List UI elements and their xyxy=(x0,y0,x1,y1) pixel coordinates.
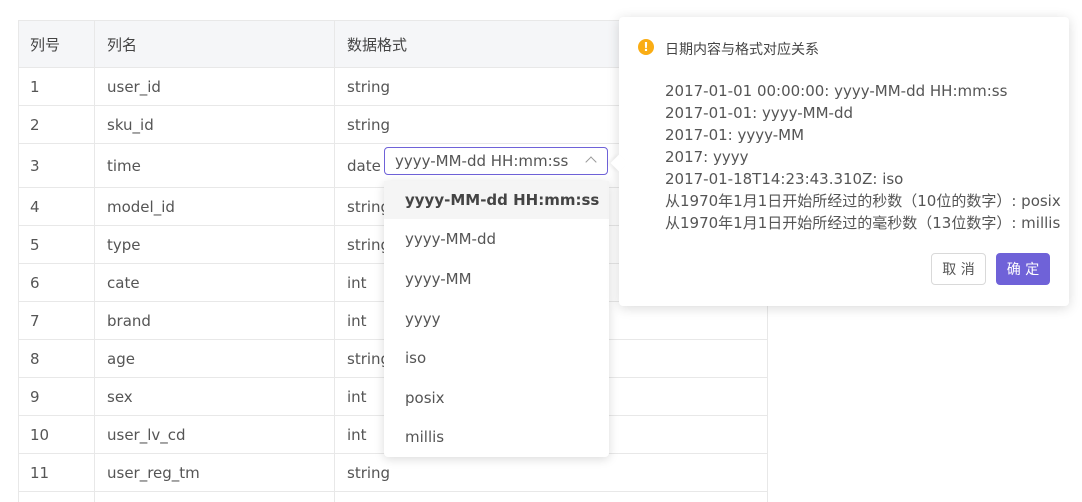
row-name: cate xyxy=(96,264,335,301)
row-name: type xyxy=(96,226,335,263)
row-name: sku_id xyxy=(96,106,335,143)
date-format-option[interactable]: yyyy-MM xyxy=(384,260,609,298)
row-no xyxy=(19,492,95,502)
row-no: 1 xyxy=(19,68,95,105)
row-name: model_id xyxy=(96,188,335,225)
popover-line: 2017-01-18T14:23:43.310Z: iso xyxy=(665,170,904,188)
popover-line: 2017-01-01 00:00:00: yyyy-MM-dd HH:mm:ss xyxy=(665,82,1008,100)
row-name: sex xyxy=(96,378,335,415)
row-name: user_reg_tm xyxy=(96,454,335,491)
popover-line: 2017-01-01: yyyy-MM-dd xyxy=(665,104,853,122)
warning-icon: ! xyxy=(638,39,654,55)
cancel-button[interactable]: 取 消 xyxy=(931,253,986,285)
popover-lines: 2017-01-01 00:00:00: yyyy-MM-dd HH:mm:ss… xyxy=(665,80,1061,234)
row-no: 8 xyxy=(19,340,95,377)
table-row: 11 user_reg_tm string xyxy=(19,454,767,492)
date-format-option[interactable]: posix xyxy=(384,379,609,417)
row-no: 3 xyxy=(19,144,95,187)
row-name: user_id xyxy=(96,68,335,105)
popover-line: 从1970年1月1日开始所经过的毫秒数（13位数字）: millis xyxy=(665,214,1061,232)
row-name xyxy=(96,492,335,502)
chevron-up-icon[interactable] xyxy=(585,156,597,168)
confirm-button[interactable]: 确 定 xyxy=(996,253,1050,285)
date-format-option[interactable]: iso xyxy=(384,339,609,377)
row-name: brand xyxy=(96,302,335,339)
row-no: 4 xyxy=(19,188,95,225)
header-col-no: 列号 xyxy=(19,21,95,67)
row-no: 9 xyxy=(19,378,95,415)
row-format: string xyxy=(347,463,391,482)
row-no: 10 xyxy=(19,416,95,453)
row-name: age xyxy=(96,340,335,377)
date-format-option[interactable]: yyyy xyxy=(384,300,609,338)
row-no: 7 xyxy=(19,302,95,339)
table-row xyxy=(19,492,767,502)
popover-line: 2017-01: yyyy-MM xyxy=(665,126,805,144)
header-col-name: 列名 xyxy=(96,21,335,67)
popover-line: 从1970年1月1日开始所经过的秒数（10位的数字）: posix xyxy=(665,192,1061,210)
row-name: user_lv_cd xyxy=(96,416,335,453)
date-format-value: yyyy-MM-dd HH:mm:ss xyxy=(395,152,569,170)
date-format-select[interactable]: yyyy-MM-dd HH:mm:ss xyxy=(384,147,608,175)
popover-line: 2017: yyyy xyxy=(665,148,749,166)
row-no: 11 xyxy=(19,454,95,491)
row-name: time xyxy=(96,144,335,187)
date-format-option[interactable]: millis xyxy=(384,418,609,456)
row-no: 2 xyxy=(19,106,95,143)
row-no: 6 xyxy=(19,264,95,301)
format-help-popover: ! 日期内容与格式对应关系 2017-01-01 00:00:00: yyyy-… xyxy=(610,17,1069,306)
date-format-option[interactable]: yyyy-MM-dd xyxy=(384,220,609,258)
date-format-dropdown: yyyy-MM-dd HH:mm:ss yyyy-MM-dd yyyy-MM yyyy… xyxy=(384,181,609,457)
row-no: 5 xyxy=(19,226,95,263)
date-format-option[interactable]: yyyy-MM-dd HH:mm:ss xyxy=(384,181,609,219)
popover-title: 日期内容与格式对应关系 xyxy=(665,42,819,58)
